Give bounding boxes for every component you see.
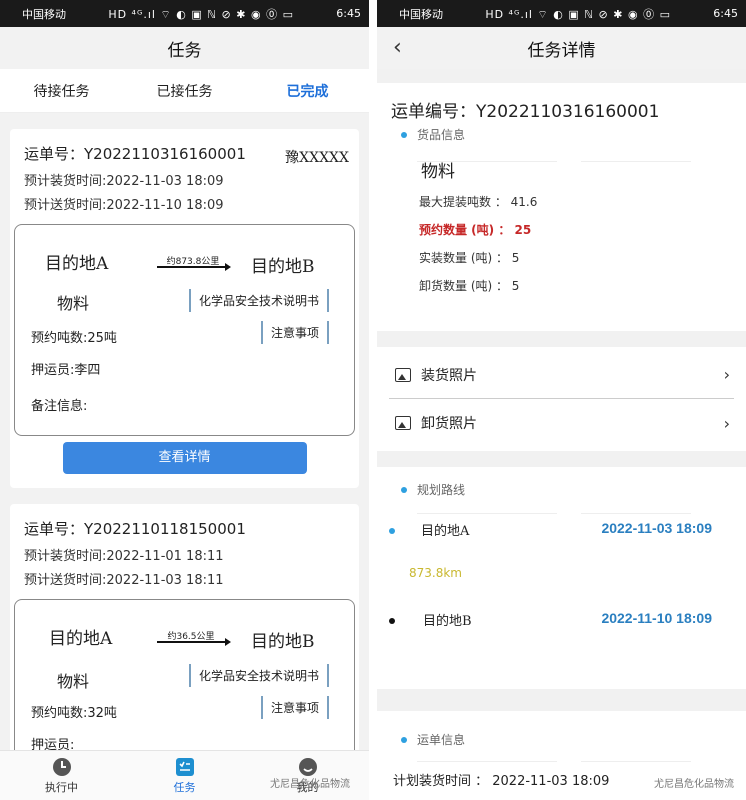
unload-qty-field: 卸货数量 (吨) ： 5	[419, 279, 520, 293]
divider	[581, 761, 691, 762]
msds-link[interactable]: 化学品安全技术说明书	[189, 664, 330, 687]
waybill-section-title: 运单信息	[391, 731, 732, 748]
tonnage-field: 预约吨数:25吨	[31, 331, 117, 346]
destination-label: 目的地B	[423, 614, 472, 629]
divider	[417, 761, 557, 762]
max-load-field: 最大提装吨数 ： 41.6	[419, 195, 538, 209]
notes-link[interactable]: 注意事项	[261, 321, 330, 344]
nav-in-progress[interactable]: 执行中	[0, 751, 123, 800]
reserved-qty-field: 预约数量 (吨) ： 25	[419, 223, 532, 237]
divider	[581, 513, 691, 514]
status-icons: HD ⁴ᴳ.ıl ⌔ ◐ ▣ ℕ ⊘ ✱ ◉ ⓪ ▭	[108, 7, 294, 21]
tab-accepted[interactable]: 已接任务	[123, 81, 246, 101]
order-list[interactable]: 运单号：Y2022110316160001 豫XXXXX 预计装货时间:2022…	[0, 113, 369, 750]
remark-field: 备注信息:	[31, 399, 88, 414]
route-origin: 目的地A 2022-11-03 18:09	[389, 520, 732, 560]
waybill-number: 运单号：Y2022110118150001	[24, 520, 246, 538]
right-screen: 中国移动 HD ⁴ᴳ.ıl ⌔ ◐ ▣ ℕ ⊘ ✱ ◉ ⓪ ▭ 6:45 ‹ 任…	[377, 0, 746, 800]
notes-link[interactable]: 注意事项	[261, 696, 330, 719]
escort-field: 押运员:	[31, 738, 75, 750]
tonnage-field: 预约吨数:32吨	[31, 706, 117, 721]
nav-tasks[interactable]: 任务	[123, 751, 246, 800]
chevron-right-icon: ›	[723, 365, 730, 384]
image-icon	[395, 416, 411, 430]
load-time: 预计装货时间:2022-11-03 18:09	[24, 174, 224, 189]
section-label: 货品信息	[417, 128, 466, 142]
origin-dot-icon	[389, 528, 395, 534]
bullet-icon	[401, 486, 407, 493]
load-photo-row[interactable]: 装货照片 ›	[389, 351, 734, 399]
actual-qty-field: 实装数量 (吨) ： 5	[419, 251, 520, 265]
nav-label: 任务	[173, 780, 196, 794]
order-card: 运单号：Y2022110316160001 豫XXXXX 预计装货时间:2022…	[10, 129, 359, 488]
tab-completed[interactable]: 已完成	[246, 81, 369, 101]
divider	[417, 161, 557, 162]
status-icons: HD ⁴ᴳ.ıl ⌔ ◐ ▣ ℕ ⊘ ✱ ◉ ⓪ ▭	[485, 7, 671, 21]
goods-section-title: 货品信息	[391, 126, 732, 143]
material-label: 物料	[57, 672, 90, 691]
carrier-label: 中国移动	[399, 7, 443, 21]
watermark: 尤尼昌危化品物流	[270, 779, 350, 790]
clock: 6:45	[713, 7, 738, 20]
route-destination: 目的地B 2022-11-10 18:09	[389, 610, 732, 650]
status-bar: 中国移动 HD ⁴ᴳ.ıl ⌔ ◐ ▣ ℕ ⊘ ✱ ◉ ⓪ ▭ 6:45	[0, 0, 369, 27]
destination-label: 目的地B	[251, 257, 315, 277]
origin-label: 目的地A	[49, 629, 113, 649]
route-section-title: 规划路线	[391, 481, 732, 498]
bullet-icon	[401, 736, 407, 743]
photos-card: 装货照片 › 卸货照片 ›	[377, 347, 746, 451]
goods-card: 运单编号：Y2022110316160001 货品信息 物料 最大提装吨数 ： …	[377, 83, 746, 331]
tab-pending[interactable]: 待接任务	[0, 81, 123, 101]
user-icon	[298, 757, 317, 776]
page-title: 任务	[167, 40, 202, 61]
deliver-time: 预计送货时间:2022-11-03 18:11	[24, 573, 224, 588]
row-label: 装货照片	[421, 367, 477, 384]
route-box: 目的地A 约873.8公里 目的地B 物料 化学品安全技术说明书 注意事项 预约…	[14, 224, 355, 436]
destination-label: 目的地B	[251, 632, 315, 652]
page-title: 任务详情	[527, 40, 596, 61]
task-tabs: 待接任务 已接任务 已完成	[0, 69, 369, 113]
left-screen: 中国移动 HD ⁴ᴳ.ıl ⌔ ◐ ▣ ℕ ⊘ ✱ ◉ ⓪ ▭ 6:45 任务 …	[0, 0, 369, 800]
waybill-number: 运单编号：Y2022110316160001	[391, 102, 660, 122]
route-distance: 873.8km	[391, 560, 732, 610]
status-bar: 中国移动 HD ⁴ᴳ.ıl ⌔ ◐ ▣ ℕ ⊘ ✱ ◉ ⓪ ▭ 6:45	[377, 0, 746, 27]
order-card: 运单号：Y2022110118150001 预计装货时间:2022-11-01 …	[10, 504, 359, 750]
checklist-icon	[175, 757, 194, 776]
nav-label: 执行中	[45, 780, 78, 794]
distance-label: 873.8km	[409, 566, 462, 580]
plate-number: 豫XXXXX	[285, 150, 349, 166]
material-label: 物料	[57, 294, 90, 313]
escort-field: 押运员:李四	[31, 363, 101, 378]
origin-label: 目的地A	[45, 254, 109, 274]
watermark: 尤尼昌危化品物流	[654, 779, 734, 790]
page-title-bar: 任务	[0, 27, 369, 69]
unload-photo-row[interactable]: 卸货照片 ›	[389, 399, 734, 447]
origin-label: 目的地A	[421, 524, 470, 539]
route-box: 目的地A 约36.5公里 目的地B 物料 化学品安全技术说明书 注意事项 预约吨…	[14, 599, 355, 750]
detail-scroll[interactable]: 运单编号：Y2022110316160001 货品信息 物料 最大提装吨数 ： …	[377, 69, 746, 800]
image-icon	[395, 367, 411, 382]
page-title-bar: ‹ 任务详情	[377, 27, 746, 69]
route-arrow-icon	[157, 638, 231, 646]
route-arrow-icon	[157, 263, 231, 271]
row-label: 卸货照片	[421, 416, 477, 432]
chevron-right-icon: ›	[723, 413, 730, 433]
divider	[417, 513, 557, 514]
view-details-button[interactable]: 查看详情	[62, 442, 307, 474]
back-arrow-icon[interactable]: ‹	[393, 35, 402, 60]
section-label: 运单信息	[417, 733, 466, 747]
deliver-time: 预计送货时间:2022-11-10 18:09	[24, 198, 224, 213]
destination-time: 2022-11-10 18:09	[601, 610, 712, 626]
load-time: 预计装货时间:2022-11-01 18:11	[24, 549, 224, 564]
divider	[581, 161, 691, 162]
clock: 6:45	[336, 7, 361, 20]
section-label: 规划路线	[417, 483, 466, 497]
origin-time: 2022-11-03 18:09	[601, 520, 712, 536]
bullet-icon	[401, 131, 407, 138]
clock-icon	[52, 757, 71, 776]
route-card: 规划路线 目的地A 2022-11-03 18:09 873.8km 目的地B …	[377, 467, 746, 689]
destination-dot-icon	[389, 618, 395, 624]
msds-link[interactable]: 化学品安全技术说明书	[189, 289, 330, 312]
carrier-label: 中国移动	[22, 7, 66, 21]
